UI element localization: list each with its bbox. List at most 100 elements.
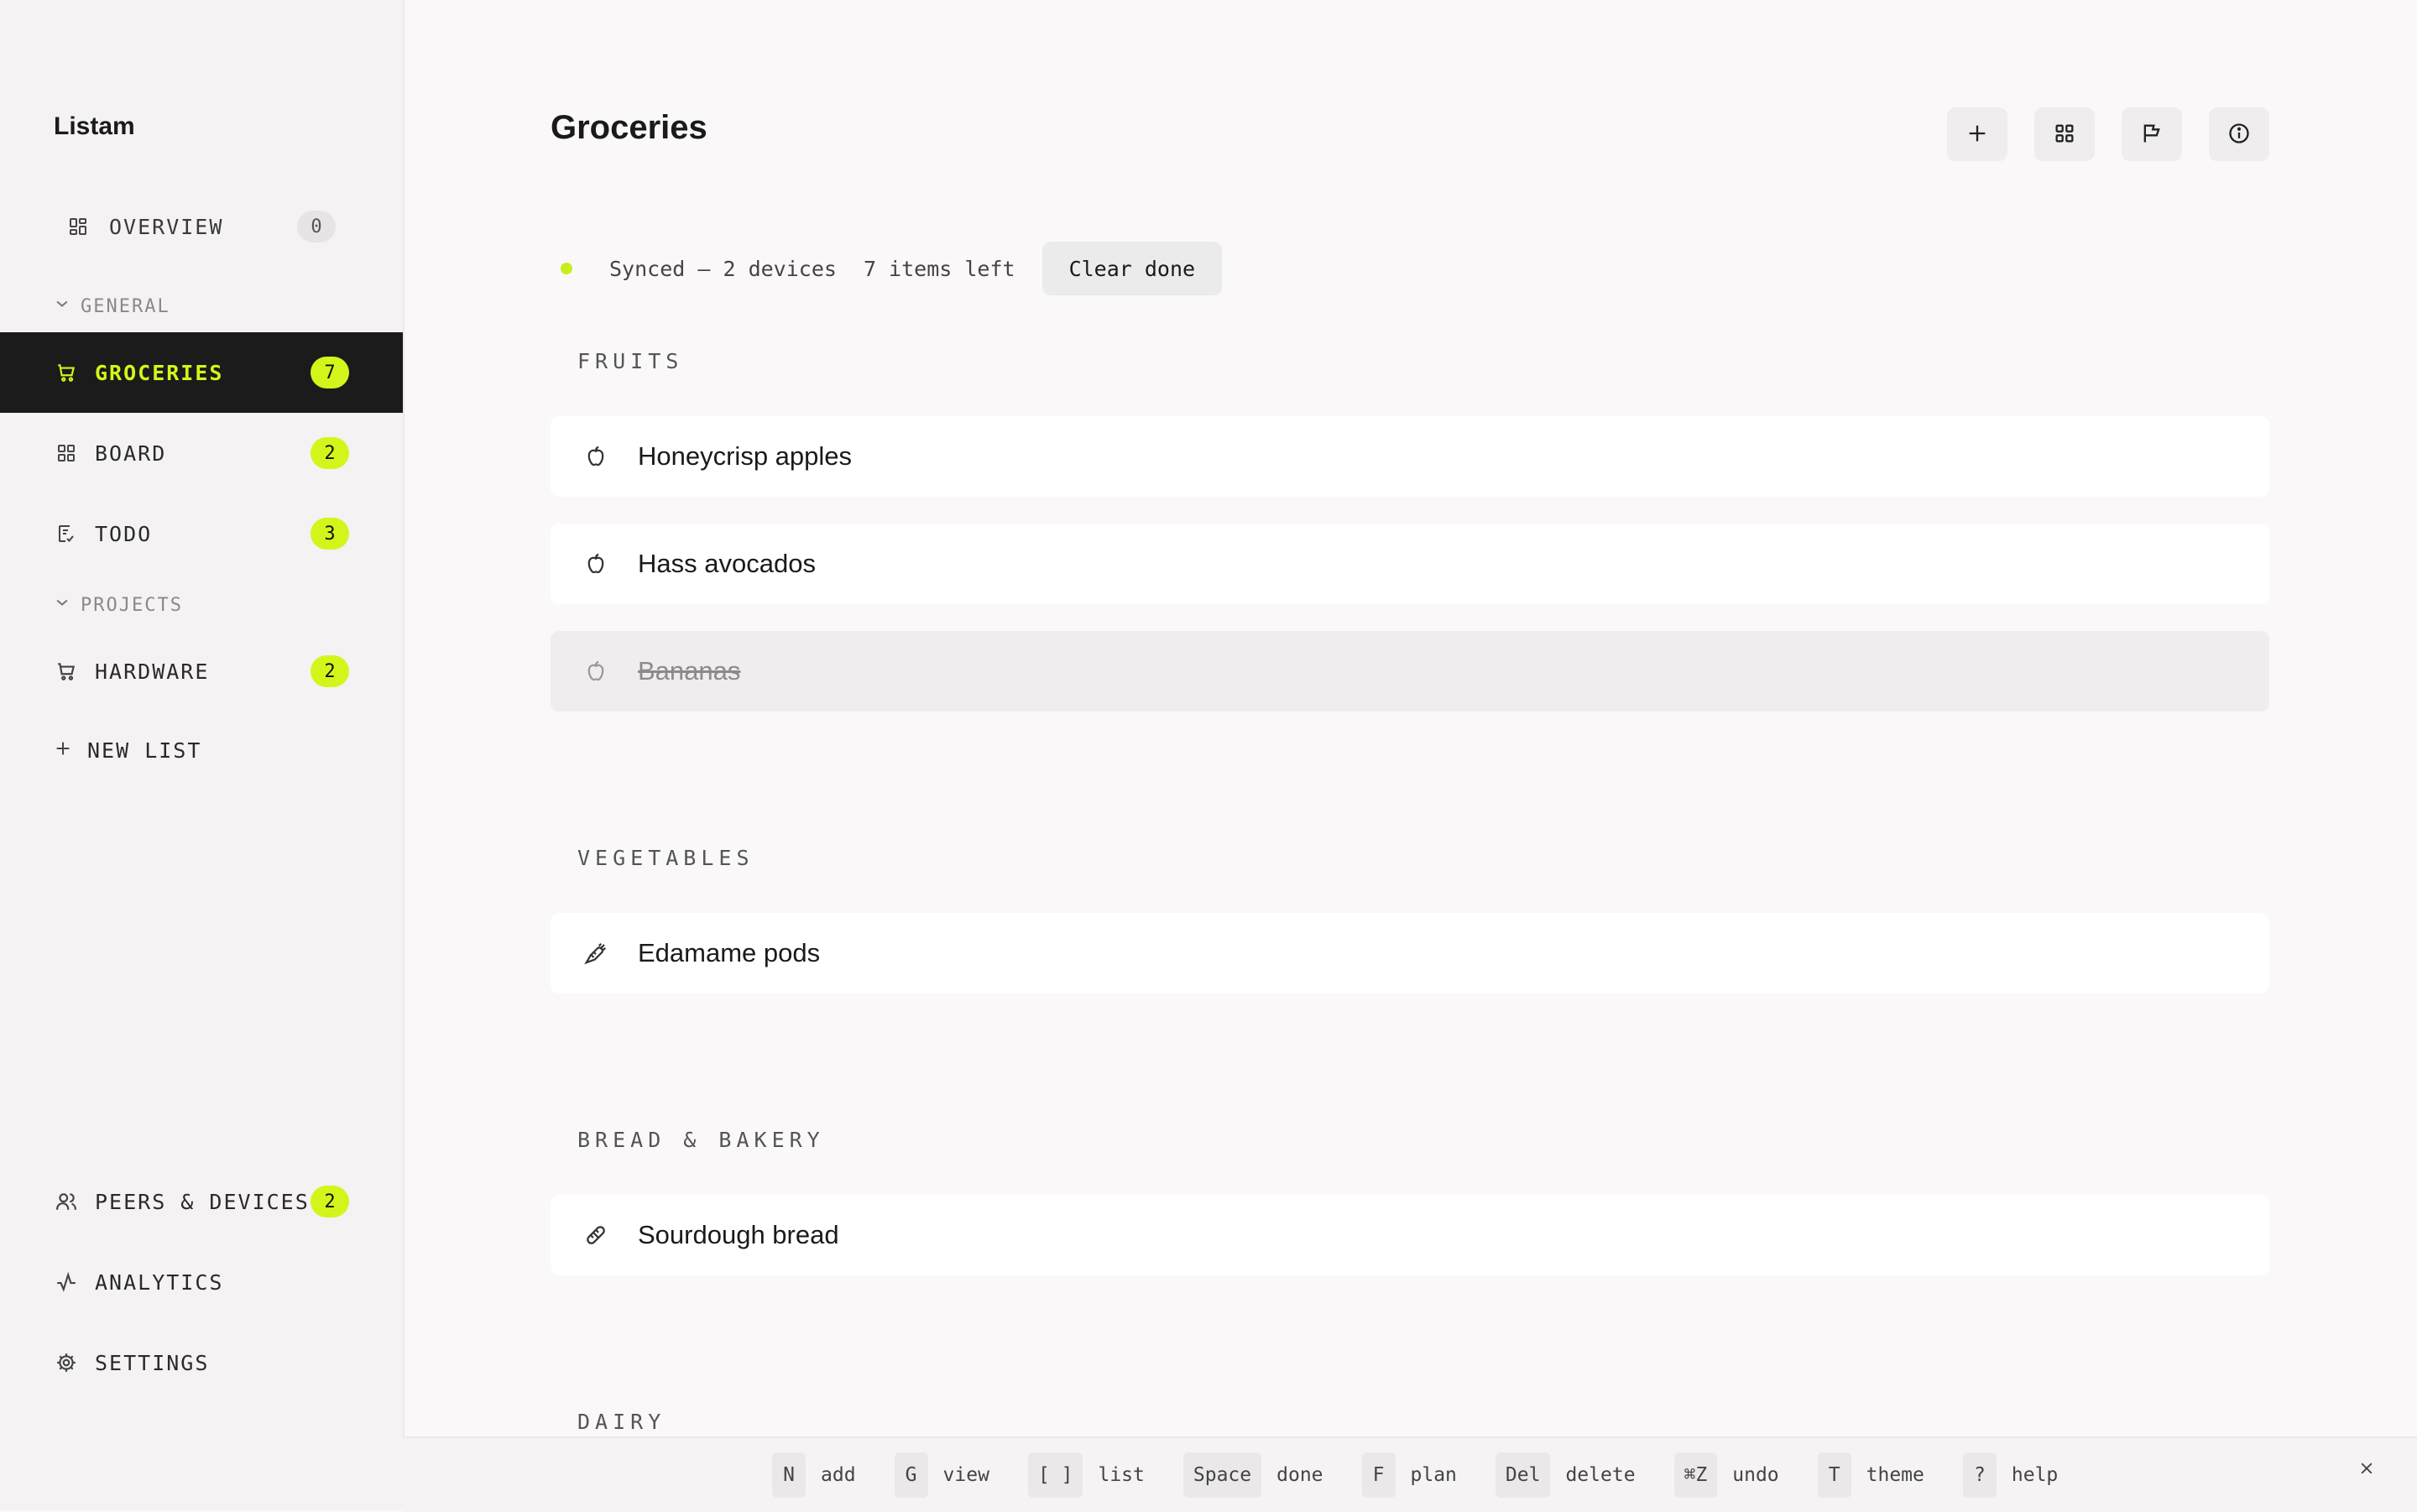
shortcut-label: undo: [1732, 1464, 1779, 1486]
sidebar: Listam OVERVIEW 0 GENERAL GROCERIES 7 BO…: [0, 0, 405, 1510]
cart-icon: [55, 362, 77, 383]
sync-status: Synced – 2 devices: [609, 256, 837, 281]
shortcut-delete: Del delete: [1495, 1452, 1636, 1498]
apple-icon[interactable]: [582, 550, 609, 577]
sidebar-item-todo[interactable]: TODO 3: [0, 493, 403, 574]
flag-icon: [2140, 122, 2164, 148]
list-item[interactable]: Edamame pods: [551, 913, 2269, 993]
sidebar-item-overview[interactable]: OVERVIEW 0: [0, 186, 403, 267]
flag-button[interactable]: [2122, 107, 2182, 161]
shortcut-label: plan: [1410, 1464, 1457, 1486]
chevron-down-icon: [54, 295, 70, 317]
grid-icon: [55, 442, 77, 464]
key-cap: Del: [1495, 1452, 1551, 1498]
key-cap: N: [772, 1452, 806, 1498]
shortcut-label: view: [942, 1464, 989, 1486]
item-name: Sourdough bread: [638, 1220, 839, 1249]
section-header-projects[interactable]: PROJECTS: [54, 594, 183, 616]
chevron-down-icon: [54, 594, 70, 616]
shortcut-plan: Fplan: [1361, 1452, 1457, 1498]
info-icon: [2227, 122, 2251, 148]
clear-done-button[interactable]: Clear done: [1041, 242, 1223, 295]
category-header-dairy: DAIRY: [577, 1410, 666, 1434]
sidebar-item-label: HARDWARE: [95, 659, 210, 684]
sidebar-item-board[interactable]: BOARD 2: [0, 413, 403, 493]
shortcut-list: Nadd Gview [ ] list Space done Fplan Del de…: [772, 1452, 2096, 1499]
page-title: Groceries: [551, 109, 707, 146]
status-row: Synced – 2 devices 7 items left Clear do…: [561, 242, 1223, 295]
item-name: Honeycrisp apples: [638, 441, 853, 471]
new-list-button[interactable]: NEW LIST: [54, 738, 201, 763]
key-cap: G: [894, 1452, 928, 1498]
carrot-icon[interactable]: [582, 940, 609, 967]
plus-icon: [54, 738, 72, 763]
shortcut-done: Space done: [1182, 1452, 1323, 1498]
section-header-general[interactable]: GENERAL: [54, 295, 170, 317]
shortcut-label: done: [1276, 1464, 1323, 1486]
close-shortcut-bar-button[interactable]: [2355, 1458, 2378, 1482]
activity-icon: [55, 1271, 77, 1293]
key-cap: Space: [1182, 1452, 1262, 1498]
item-name: Bananas: [638, 656, 741, 686]
count-badge: 2: [311, 437, 349, 469]
key-cap: ?: [1962, 1452, 1997, 1498]
sidebar-item-label: OVERVIEW: [109, 214, 224, 239]
shortcut-bar: Nadd Gview [ ] list Space done Fplan Del de…: [403, 1436, 2417, 1512]
sidebar-item-hardware[interactable]: HARDWARE 2: [0, 631, 403, 712]
sidebar-item-label: SETTINGS: [95, 1350, 210, 1375]
item-name: Hass avocados: [638, 549, 816, 578]
sidebar-item-analytics[interactable]: ANALYTICS: [0, 1242, 403, 1322]
sidebar-item-groceries[interactable]: GROCERIES 7: [0, 332, 403, 413]
shortcut-label: add: [821, 1464, 856, 1486]
sync-status-dot: [561, 263, 572, 274]
bread-icon[interactable]: [582, 1222, 609, 1249]
sidebar-item-label: PEERS & DEVICES: [95, 1189, 310, 1214]
count-badge: 2: [311, 1186, 349, 1217]
new-list-label: NEW LIST: [87, 738, 202, 763]
list-item[interactable]: Honeycrisp apples: [551, 416, 2269, 497]
shortcut-theme: Ttheme: [1817, 1452, 1924, 1498]
shortcut-view: Gview: [894, 1452, 989, 1498]
cart-icon: [55, 660, 77, 682]
count-badge: 3: [311, 518, 349, 550]
users-icon: [55, 1191, 77, 1212]
key-cap: T: [1817, 1452, 1851, 1498]
sidebar-item-peers-devices[interactable]: PEERS & DEVICES 2: [0, 1161, 403, 1242]
shortcut-help: ? help: [1962, 1452, 2059, 1498]
shortcut-label: help: [2011, 1464, 2059, 1486]
info-button[interactable]: [2209, 107, 2269, 161]
grid-view-button[interactable]: [2034, 107, 2095, 161]
shortcut-list: [ ] list: [1027, 1452, 1145, 1498]
sidebar-item-label: TODO: [95, 521, 153, 546]
shortcut-add: Nadd: [772, 1452, 856, 1498]
count-badge: 2: [311, 655, 349, 687]
apple-icon[interactable]: [582, 443, 609, 470]
shortcut-label: theme: [1866, 1464, 1924, 1486]
section-title: PROJECTS: [81, 594, 183, 616]
checklist-icon: [55, 523, 77, 545]
key-cap: [ ]: [1027, 1452, 1083, 1498]
list-item[interactable]: Sourdough bread: [551, 1195, 2269, 1275]
shortcut-undo: ⌘Z undo: [1673, 1452, 1779, 1498]
item-name: Edamame pods: [638, 938, 821, 967]
category-header-bread-bakery: BREAD & BAKERY: [577, 1128, 825, 1152]
list-item[interactable]: Hass avocados: [551, 524, 2269, 604]
items-left: 7 items left: [863, 256, 1015, 281]
close-icon: [2358, 1460, 2375, 1481]
category-header-vegetables: VEGETABLES: [577, 846, 754, 870]
gear-icon: [55, 1352, 77, 1374]
sidebar-item-label: GROCERIES: [95, 360, 224, 385]
overview-icon: [67, 216, 89, 237]
count-badge: 7: [311, 357, 349, 388]
list-item-done[interactable]: Bananas: [551, 631, 2269, 712]
shortcut-label: delete: [1565, 1464, 1636, 1486]
sidebar-item-settings[interactable]: SETTINGS: [0, 1322, 403, 1403]
app-title: Listam: [54, 112, 135, 140]
grid-view-icon: [2053, 122, 2076, 148]
sidebar-item-label: BOARD: [95, 441, 167, 466]
apple-icon[interactable]: [582, 658, 609, 685]
category-header-fruits: FRUITS: [577, 349, 684, 373]
key-cap: F: [1361, 1452, 1396, 1498]
shortcut-label: list: [1098, 1464, 1145, 1486]
add-item-button[interactable]: [1947, 107, 2007, 161]
